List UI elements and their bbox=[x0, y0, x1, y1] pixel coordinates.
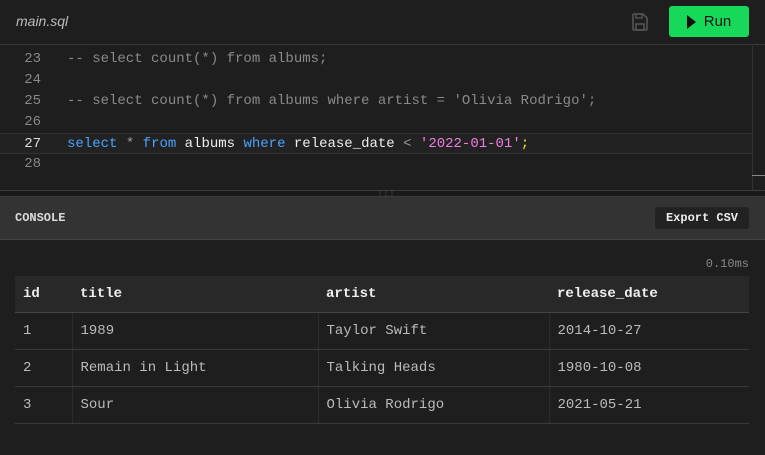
table-cell: 2021-05-21 bbox=[548, 386, 749, 424]
query-timing: 0.10ms bbox=[705, 257, 749, 271]
code-token: albums bbox=[176, 136, 244, 152]
export-csv-button[interactable]: Export CSV bbox=[655, 207, 749, 229]
editor-scrollbar[interactable] bbox=[752, 46, 753, 190]
code-text: select * from albums where release_date … bbox=[67, 134, 529, 155]
column-header-artist[interactable]: artist bbox=[318, 276, 549, 313]
column-header-title[interactable]: title bbox=[72, 276, 318, 313]
code-token: from bbox=[142, 136, 177, 152]
table-cell: Olivia Rodrigo bbox=[317, 386, 549, 424]
code-token: -- select count(*) from albums; bbox=[67, 51, 328, 67]
code-token: * bbox=[117, 136, 143, 152]
table-cell: 2 bbox=[15, 349, 72, 387]
table-cell: Talking Heads bbox=[317, 349, 549, 387]
code-text: -- select count(*) from albums where art… bbox=[67, 91, 596, 112]
run-label: Run bbox=[703, 13, 732, 30]
line-number: 24 bbox=[24, 72, 41, 88]
table-cell: Taylor Swift bbox=[317, 312, 549, 350]
save-icon[interactable] bbox=[632, 13, 648, 31]
file-name: main.sql bbox=[16, 13, 69, 29]
scrollbar-marker bbox=[752, 175, 765, 176]
code-text: -- select count(*) from albums; bbox=[67, 49, 327, 70]
code-line[interactable]: 24 bbox=[0, 70, 752, 91]
code-token: release_date bbox=[285, 136, 404, 152]
table-row: 2 Remain in Light Talking Heads 1980-10-08 bbox=[15, 349, 749, 387]
column-header-release_date[interactable]: release_date bbox=[549, 276, 749, 313]
code-line[interactable]: 28 bbox=[0, 154, 752, 175]
results-table: id title artist release_date 1 1989 Taylor Sw… bbox=[15, 276, 749, 424]
editor-header: main.sql Run bbox=[0, 0, 765, 45]
table-row: 1 1989 Taylor Swift 2014-10-27 bbox=[15, 312, 749, 350]
table-cell: 3 bbox=[15, 386, 72, 424]
table-cell: Remain in Light bbox=[71, 349, 318, 387]
table-cell: Sour bbox=[71, 386, 318, 424]
code-line[interactable]: 25 -- select count(*) from albums where a… bbox=[0, 91, 752, 112]
table-cell: 1989 bbox=[71, 312, 318, 350]
table-cell: 1 bbox=[15, 312, 72, 350]
code-line[interactable]: 27 select * from albums where release_dat… bbox=[0, 133, 752, 154]
code-token: select bbox=[67, 136, 118, 152]
table-cell: 1980-10-08 bbox=[548, 349, 749, 387]
code-line[interactable]: 26 bbox=[0, 112, 752, 133]
code-token: '2022-01-01' bbox=[419, 136, 521, 152]
column-header-id[interactable]: id bbox=[15, 276, 72, 313]
code-token: ; bbox=[520, 136, 530, 152]
table-header-row: id title artist release_date bbox=[15, 276, 749, 313]
run-button[interactable]: Run bbox=[669, 6, 749, 37]
resize-handle[interactable]: ⋮⋮⋮ bbox=[0, 190, 765, 197]
table-cell: 2014-10-27 bbox=[548, 312, 749, 350]
code-token: where bbox=[243, 136, 286, 152]
table-row: 3 Sour Olivia Rodrigo 2021-05-21 bbox=[15, 386, 749, 424]
code-token: -- select count(*) from albums where art… bbox=[67, 93, 597, 109]
line-number: 27 bbox=[24, 136, 41, 152]
console-title: CONSOLE bbox=[15, 211, 66, 225]
console-header: CONSOLE Export CSV bbox=[0, 197, 765, 240]
line-number: 23 bbox=[24, 51, 41, 67]
code-token: < bbox=[403, 136, 412, 152]
line-number: 25 bbox=[24, 93, 41, 109]
line-number: 28 bbox=[24, 156, 41, 172]
code-line[interactable]: 23 -- select count(*) from albums; bbox=[0, 49, 752, 70]
play-icon bbox=[686, 14, 696, 29]
code-editor[interactable]: 23 -- select count(*) from albums; 24 25 -- … bbox=[0, 46, 765, 190]
line-number: 26 bbox=[24, 114, 41, 130]
grip-icon: ⋮⋮⋮ bbox=[377, 190, 395, 197]
